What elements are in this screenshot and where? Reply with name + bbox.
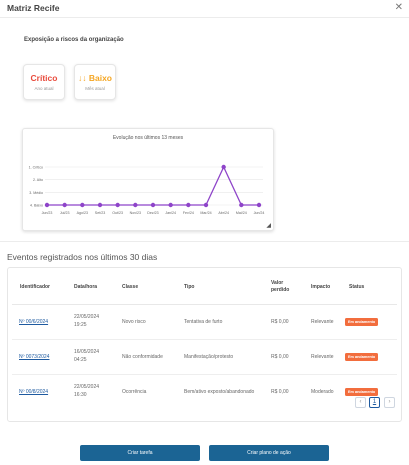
y-tick-label: 1. Crítico <box>29 166 43 170</box>
x-tick-label: Set/23 <box>95 211 105 215</box>
x-tick-label: Jun/24 <box>254 211 265 215</box>
col-header-tipo: Tipo <box>184 284 195 290</box>
event-impact: Moderado <box>311 389 334 395</box>
data-point <box>168 202 173 208</box>
data-point <box>115 202 120 208</box>
event-impact: Relevante <box>311 319 334 325</box>
close-icon[interactable]: ✕ <box>395 2 403 13</box>
event-id-link[interactable]: Nº 0073/2024 <box>19 354 49 361</box>
x-tick-label: Ago/23 <box>77 211 88 215</box>
data-point <box>203 202 209 208</box>
x-tick-label: Out/23 <box>112 211 123 215</box>
col-header-classe: Classe <box>122 284 139 290</box>
data-point <box>133 202 138 208</box>
x-tick-label: Nov/23 <box>130 211 141 215</box>
y-tick-label: 3. Médio <box>29 191 43 195</box>
data-point <box>239 202 244 208</box>
table-row[interactable]: Nº 0073/2024 16/05/2024 04:25 Não confor… <box>8 340 401 375</box>
event-class: Novo risco <box>122 319 146 325</box>
status-badge: Em andamento <box>345 353 379 361</box>
col-header-status: Status <box>349 284 365 290</box>
risk-exposure-heading: Exposição a riscos da organização <box>24 37 124 43</box>
event-impact: Relevante <box>311 354 334 360</box>
risk-card-year: Crítico Ano atual <box>23 64 65 100</box>
risk-card-month-value: ↓↓ Baixo <box>77 73 112 83</box>
col-header-valor: Valor perdido <box>271 280 290 293</box>
events-heading: Eventos registrados nos últimos 30 dias <box>7 252 158 262</box>
event-type: Bem/ativo exposto/abandonado <box>184 389 255 395</box>
pagination-page-1[interactable]: 1 <box>369 397 380 408</box>
data-point <box>150 202 156 208</box>
x-tick-label: Jun/23 <box>42 211 53 215</box>
y-tick-label: 4. Baixo <box>30 204 43 208</box>
data-point <box>186 202 191 208</box>
col-header-identificador: Identificador <box>20 284 51 290</box>
data-point <box>221 164 226 170</box>
event-id-link[interactable]: Nº 00/6/2024 <box>19 319 48 326</box>
chart-plot: 1. Crítico 2. Alto 3. Médio 4. Baixo Jun/23 J… <box>29 164 265 215</box>
event-date: 22/05/2024 <box>74 314 100 320</box>
modal-header: Matriz Recife ✕ <box>0 0 409 18</box>
event-type: Tentativa de furto <box>184 319 223 325</box>
risk-card-year-value: Crítico <box>30 73 58 83</box>
x-tick-label: Jul/23 <box>60 211 70 215</box>
event-class: Ocorrência <box>122 389 147 395</box>
event-time: 04:25 <box>74 357 87 363</box>
event-type: Manifestação/protesto <box>184 354 234 360</box>
modal-title: Matriz Recife <box>7 3 60 13</box>
status-badge: Em andamento <box>345 318 379 326</box>
risk-evolution-chart: Evolução nos últimos 13 meses 1. Crítico… <box>22 128 274 231</box>
status-badge: Em andamento <box>345 388 379 396</box>
section-divider <box>0 241 409 242</box>
event-date: 22/05/2024 <box>74 384 100 390</box>
series-line <box>47 165 259 206</box>
col-header-datahora: Data/hora <box>74 284 98 290</box>
data-point <box>80 202 85 208</box>
table-row[interactable]: Nº 00/8/2024 22/05/2024 16:30 Ocorrência… <box>8 375 401 410</box>
event-time: 19:25 <box>74 322 87 328</box>
x-tick-label: Mai/24 <box>236 211 247 215</box>
event-class: Não conformidade <box>122 354 163 360</box>
x-tick-label: Fev/24 <box>183 211 194 215</box>
pagination-prev-button[interactable]: ‹ <box>355 397 366 408</box>
risk-card-month: ↓↓ Baixo Mês atual <box>74 64 116 100</box>
event-time: 16:30 <box>74 392 87 398</box>
x-tick-label: Abr/24 <box>218 211 229 215</box>
col-header-impacto: Impacto <box>311 284 331 290</box>
y-tick-label: 2. Alto <box>33 178 43 182</box>
event-value: R$ 0,00 <box>271 319 289 325</box>
pagination-next-button[interactable]: › <box>384 397 395 408</box>
x-tick-label: Mar/24 <box>200 211 211 215</box>
event-id-link[interactable]: Nº 00/8/2024 <box>19 389 48 396</box>
event-value: R$ 0,00 <box>271 354 289 360</box>
create-task-button[interactable]: Criar tarefa <box>80 445 200 461</box>
data-point <box>256 202 262 208</box>
risk-card-month-label: Mês atual <box>85 86 105 91</box>
table-row[interactable]: Nº 00/6/2024 22/05/2024 19:25 Novo risco… <box>8 305 401 340</box>
create-action-plan-button[interactable]: Criar plano de ação <box>209 445 329 461</box>
events-table: Identificador Data/hora Classe Tipo Valo… <box>7 267 402 422</box>
data-point <box>97 202 103 208</box>
x-tick-label: Jan/24 <box>165 211 176 215</box>
x-tick-label: Dez/23 <box>147 211 158 215</box>
event-value: R$ 0,00 <box>271 389 289 395</box>
resize-handle-icon[interactable]: ◢ <box>266 222 271 229</box>
risk-card-year-label: Ano atual <box>34 86 54 91</box>
data-point <box>44 202 50 208</box>
event-date: 16/05/2024 <box>74 349 100 355</box>
data-point <box>62 202 67 208</box>
